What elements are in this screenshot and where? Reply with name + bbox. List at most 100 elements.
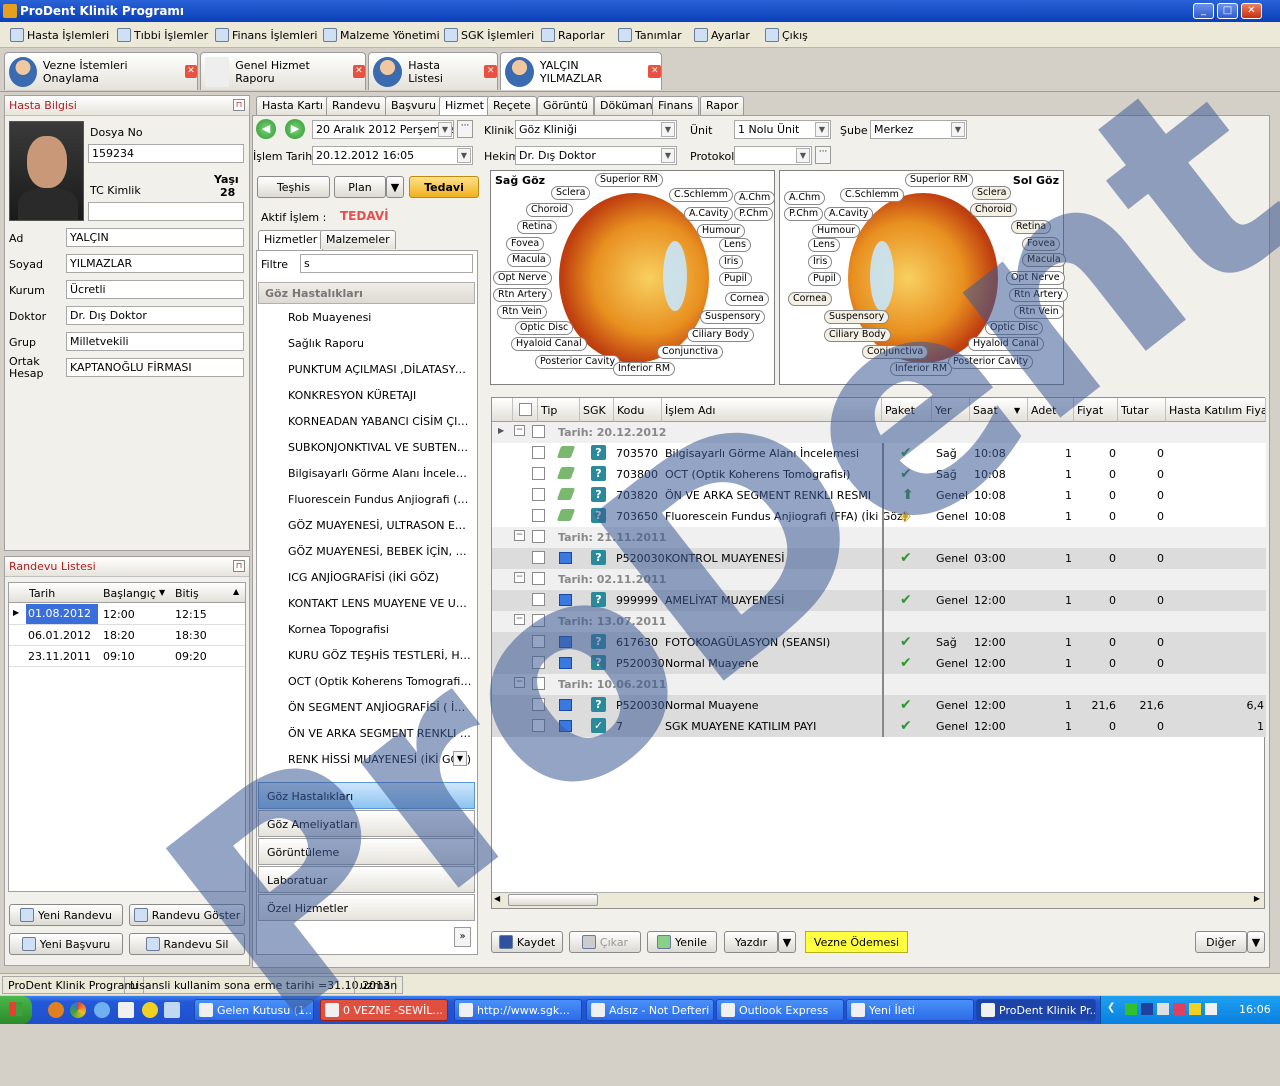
list-item[interactable]: ÖN VE ARKA SEGMENT RENKLI RE... [260,727,472,740]
tc-field[interactable] [88,202,244,221]
list-item[interactable]: GÖZ MUAYENESİ, ULTRASON EŞLİ... [260,519,472,532]
chevron-down-icon[interactable]: ▼ [453,751,467,766]
list-item[interactable]: RENK HİSSİ MUAYENESİ (İKİ GÖZ) [260,753,472,766]
row-checkbox[interactable] [532,467,545,480]
menu-sgk-islemleri[interactable]: SGK İşlemleri [444,28,534,42]
row-checkbox[interactable] [532,719,545,732]
group-row[interactable]: − Tarih: 02.11.2011 [492,569,1266,590]
collapse-icon[interactable]: − [514,572,525,583]
row-checkbox[interactable] [532,446,545,459]
list-item[interactable]: Kornea Topografisi [260,623,472,636]
list-item[interactable]: Rob Muayenesi [260,311,472,324]
eye-label[interactable]: A.Chm [734,191,776,205]
list-item[interactable]: OCT (Optik Koherens Tomografisi) [260,675,472,688]
list-item[interactable]: PUNKTUM AÇILMASI ,DİLATASYON... [260,363,472,376]
eye-label[interactable]: Sclera [551,186,591,200]
grid-header[interactable]: Adet [1028,398,1074,422]
close-icon[interactable]: ✕ [484,65,497,78]
acc-ozel-hizmetler[interactable]: Özel Hizmetler [258,894,475,921]
media-icon[interactable] [142,1002,158,1018]
eye-label[interactable]: Choroid [526,203,573,217]
minimize-button[interactable]: _ [1193,3,1214,19]
table-row[interactable]: 23.11.2011 09:10 09:20 [9,646,245,667]
row-checkbox[interactable] [532,677,545,690]
eye-label[interactable]: Conjunctiva [862,345,929,359]
eye-label[interactable]: Optic Disc [985,321,1044,335]
menu-raporlar[interactable]: Raporlar [541,28,605,42]
grid-header[interactable]: Kodu [614,398,662,422]
grid-header[interactable]: Hasta Katılım Fiyat [1166,398,1266,422]
list-item[interactable]: Sağlık Raporu [260,337,472,350]
tab-dokuman[interactable]: Döküman [594,96,659,115]
row-checkbox[interactable] [532,656,545,669]
task-sgk[interactable]: http://www.sgk... [454,999,582,1021]
chevron-down-icon[interactable]: ▼ [815,122,829,137]
list-item[interactable]: SUBKONJONKTIVAL VE SUBTENON ... [260,441,472,454]
chevron-down-icon[interactable]: ▼ [951,122,965,137]
grid-header[interactable]: SGK [580,398,614,422]
eye-label[interactable]: Iris [808,255,833,269]
group-row[interactable]: − Tarih: 21.11.2011 [492,527,1266,548]
tab-finans[interactable]: Finans [652,96,699,115]
tab-rapor[interactable]: Rapor [700,96,745,115]
eye-label[interactable]: Fovea [1022,237,1061,251]
yazdir-dropdown[interactable]: ▼ [778,931,796,953]
list-item[interactable]: ÖN SEGMENT ANJİOGRAFİSİ ( İKİ ... [260,701,472,714]
row-checkbox[interactable] [532,635,545,648]
list-item[interactable]: KONTAKT LENS MUAYENE VE UYGU... [260,597,472,610]
select-all-checkbox[interactable] [519,403,532,416]
tab-hizmetler[interactable]: Hizmetler [258,230,324,250]
col-tarih[interactable]: Tarih [29,587,55,600]
close-icon[interactable]: ✕ [184,65,197,78]
table-row[interactable]: ? 703650 Fluorescein Fundus Anjiografi (FF… [492,506,1266,527]
doctab-hasta-listesi[interactable]: Hasta Listesi ✕ [368,52,498,90]
chevron-down-icon[interactable]: ▼ [457,148,471,163]
list-item[interactable]: Fluorescein Fundus Anjiografi (FFA... [260,493,472,506]
group-header[interactable]: Göz Hastalıkları [258,282,475,304]
eye-label[interactable]: A.Chm [784,191,826,205]
eye-label[interactable]: Rtn Artery [493,288,552,302]
row-checkbox[interactable] [532,530,545,543]
grid-header[interactable]: Tutar [1118,398,1166,422]
col-baslangic[interactable]: Başlangıç [103,587,156,600]
eye-label[interactable]: Rtn Vein [497,305,547,319]
table-row[interactable]: ? 999999 AMELİYAT MUAYENESİ Genel 12:00 1 0 0 ✔ [492,590,1266,611]
yeni-basvuru-button[interactable]: Yeni Başvuru [9,933,123,955]
grid-header-select[interactable] [513,398,538,422]
expand-icon[interactable]: » [454,927,471,947]
diger-button[interactable]: Diğer [1195,931,1247,953]
start-button[interactable] [0,996,32,1024]
eye-label[interactable]: Superior RM [905,173,974,187]
list-item[interactable]: KURU GÖZ TEŞHİS TESTLERİ, HER ... [260,649,472,662]
task-prodent[interactable]: ProDent Klinik Pr... [976,999,1096,1021]
yeni-randevu-button[interactable]: Yeni Randevu [9,904,123,926]
task-yeni-ileti[interactable]: Yeni İleti [846,999,974,1021]
eye-label[interactable]: Optic Disc [515,321,574,335]
menu-tanimlar[interactable]: Tanımlar [618,28,682,42]
tray-icon[interactable] [1125,1003,1137,1015]
doctab-patient[interactable]: YALÇIN YILMAZLAR ✕ [500,52,662,90]
maximize-button[interactable]: □ [1217,3,1238,19]
chevron-down-icon[interactable]: ▼ [438,122,452,137]
ortak-field[interactable]: KAPTANOĞLU FİRMASI [66,358,244,377]
kurum-field[interactable]: Ücretli [66,280,244,299]
vezne-odemesi-button[interactable]: Vezne Ödemesi [805,931,908,953]
close-icon[interactable]: ✕ [352,65,365,78]
grid-header[interactable]: İşlem Adı [662,398,882,422]
tray-icon[interactable] [1205,1003,1217,1015]
klinik-select[interactable]: Göz Kliniği ▼ [515,120,677,139]
yenile-button[interactable]: Yenile [647,931,717,953]
row-checkbox[interactable] [532,593,545,606]
task-notepad[interactable]: Adsız - Not Defteri [586,999,714,1021]
eye-label[interactable]: Retina [517,220,558,234]
acc-goz-hastaliklari[interactable]: Göz Hastalıkları [258,782,475,809]
eye-label[interactable]: Cornea [788,292,832,306]
grup-field[interactable]: Milletvekili [66,332,244,351]
eye-label[interactable]: Lens [808,238,840,252]
task-vezne[interactable]: 0 VEZNE -SEWİL... [320,999,448,1021]
close-icon[interactable]: ✕ [648,65,661,78]
row-checkbox[interactable] [532,551,545,564]
list-item[interactable]: KONKRESYON KÜRETAJI [260,389,472,402]
chevron-down-icon[interactable]: ▼ [661,148,675,163]
group-row[interactable]: − Tarih: 13.07.2011 [492,611,1266,632]
